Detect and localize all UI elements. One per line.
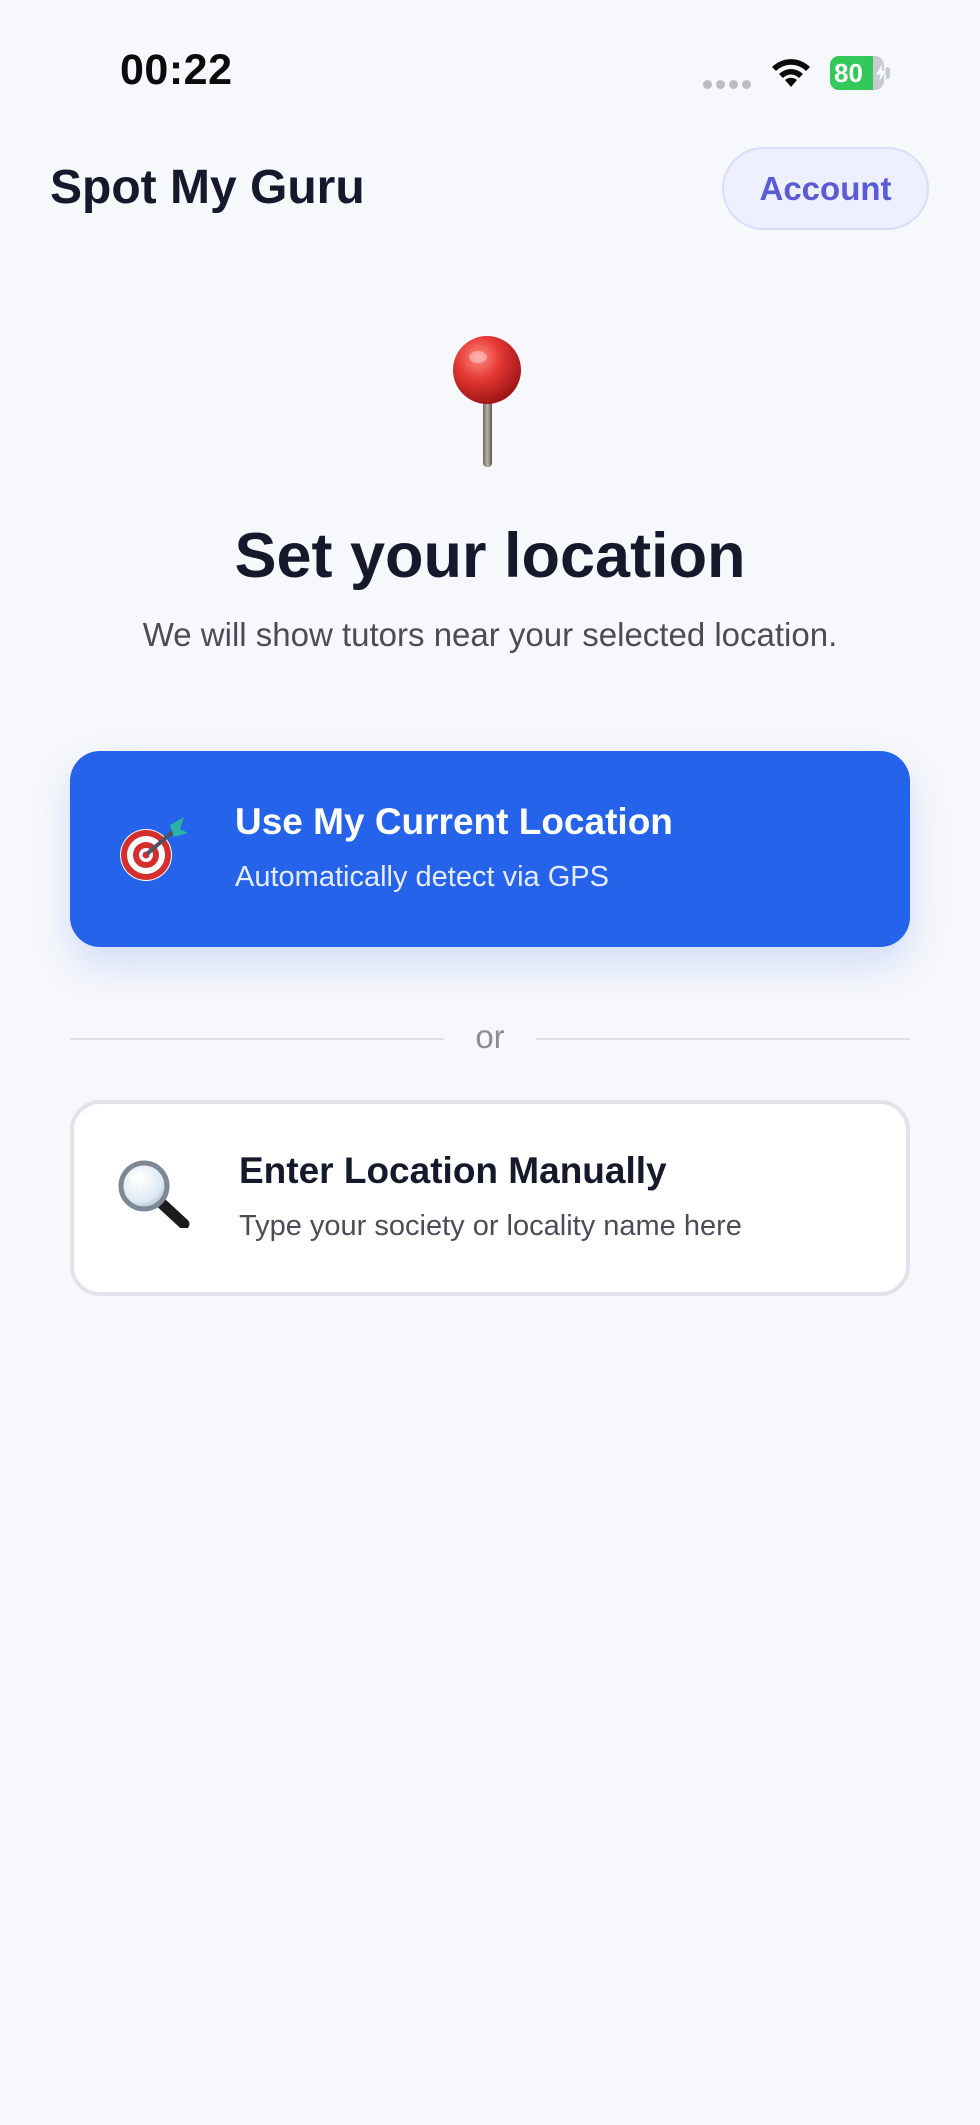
divider-label: or bbox=[475, 1018, 505, 1055]
gps-option-title: Use My Current Location bbox=[235, 801, 673, 842]
status-bar: 00:22 80 bbox=[0, 0, 980, 120]
wifi-icon bbox=[772, 59, 810, 87]
charging-bolt-icon bbox=[874, 62, 888, 84]
map-pin-icon bbox=[453, 336, 521, 467]
target-dart-icon bbox=[120, 817, 188, 881]
account-button[interactable]: Account bbox=[722, 147, 929, 230]
hero-title: Set your location bbox=[234, 521, 746, 591]
location-screen: 00:22 80 Spot My Guru Account Set your l… bbox=[0, 0, 980, 2125]
divider-right bbox=[536, 1038, 910, 1040]
app-title: Spot My Guru bbox=[50, 161, 365, 214]
battery-icon: 80 bbox=[830, 56, 890, 90]
gps-option-subtitle: Automatically detect via GPS bbox=[235, 861, 609, 893]
divider-left bbox=[70, 1038, 444, 1040]
manual-option-title: Enter Location Manually bbox=[239, 1150, 667, 1191]
signal-dots-icon bbox=[703, 80, 753, 90]
enter-location-manually-button[interactable]: Enter Location Manually Type your societ… bbox=[70, 1100, 910, 1296]
use-current-location-button[interactable]: Use My Current Location Automatically de… bbox=[70, 751, 910, 947]
magnifier-icon bbox=[118, 1160, 190, 1228]
manual-option-subtitle: Type your society or locality name here bbox=[239, 1210, 742, 1242]
hero-subtitle: We will show tutors near your selected l… bbox=[142, 616, 838, 653]
status-time: 00:22 bbox=[120, 46, 233, 94]
